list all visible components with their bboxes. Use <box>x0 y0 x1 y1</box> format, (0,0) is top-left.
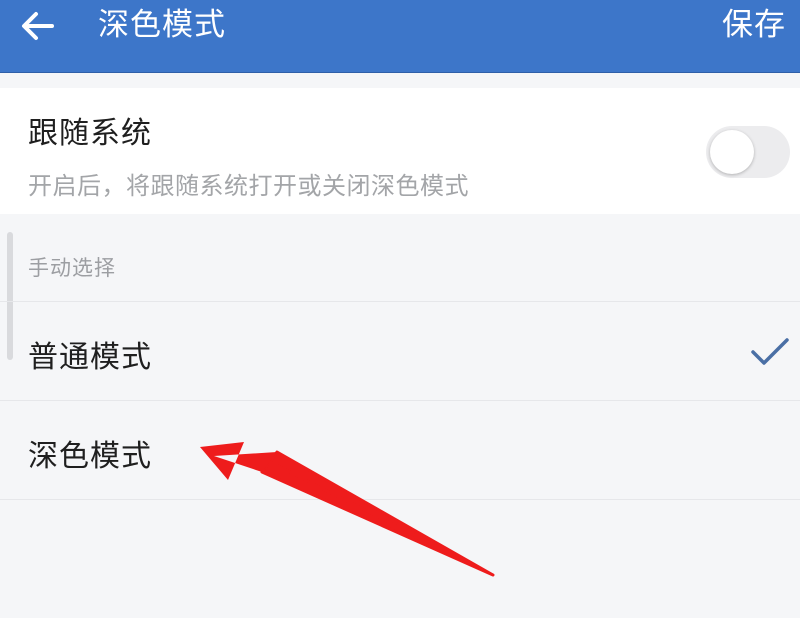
option-normal-mode-label: 普通模式 <box>28 340 152 375</box>
back-arrow-icon <box>22 12 54 40</box>
follow-system-row: 跟随系统 开启后，将跟随系统打开或关闭深色模式 <box>0 88 800 214</box>
follow-system-toggle[interactable] <box>706 126 790 178</box>
save-button[interactable]: 保存 <box>722 2 786 48</box>
option-normal-mode[interactable]: 普通模式 <box>0 301 800 400</box>
follow-system-title: 跟随系统 <box>28 116 152 151</box>
manual-select-section-header: 手动选择 <box>28 256 116 280</box>
follow-system-description: 开启后，将跟随系统打开或关闭深色模式 <box>28 172 469 200</box>
back-button[interactable] <box>14 2 62 50</box>
toggle-knob <box>710 130 754 174</box>
option-dark-mode[interactable]: 深色模式 <box>0 400 800 500</box>
page-title: 深色模式 <box>98 7 226 43</box>
checkmark-icon <box>751 338 789 365</box>
option-dark-mode-label: 深色模式 <box>28 439 152 474</box>
app-header: 深色模式 保存 <box>0 0 800 73</box>
